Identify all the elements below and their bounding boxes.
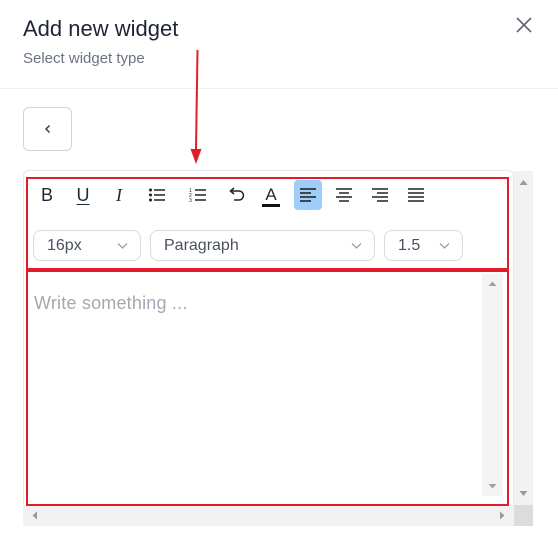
undo-button[interactable] — [222, 180, 250, 210]
editor-placeholder[interactable]: Write something ... — [34, 293, 188, 314]
content-vertical-scrollbar[interactable] — [482, 274, 503, 496]
underline-button[interactable]: U — [69, 180, 97, 210]
italic-icon: I — [116, 185, 122, 205]
dialog-header: Add new widget Select widget type — [0, 0, 558, 89]
undo-icon — [229, 187, 245, 201]
scroll-right-icon[interactable] — [492, 505, 512, 526]
align-right-icon — [372, 188, 388, 202]
scroll-up-icon[interactable] — [482, 276, 503, 292]
align-center-button[interactable] — [330, 180, 358, 210]
align-left-button[interactable] — [294, 180, 322, 210]
numbered-list-icon: 1 2 3 — [189, 188, 206, 203]
bullet-list-icon — [149, 188, 165, 202]
text-color-icon: A — [265, 184, 277, 204]
bullet-list-button[interactable] — [143, 180, 171, 210]
chevron-left-icon — [44, 125, 50, 133]
editor-horizontal-scrollbar[interactable] — [23, 505, 514, 526]
bold-button[interactable]: B — [33, 180, 61, 210]
text-color-button[interactable]: A — [257, 180, 285, 210]
font-size-value: 16px — [47, 236, 82, 254]
block-format-select[interactable]: Paragraph — [150, 230, 375, 261]
scrollbar-corner — [514, 505, 533, 526]
dialog-title: Add new widget — [23, 16, 179, 41]
chevron-down-icon — [117, 243, 128, 249]
italic-button[interactable]: I — [105, 180, 133, 210]
close-button[interactable] — [512, 13, 536, 37]
text-color-swatch — [262, 203, 280, 207]
chevron-down-icon — [351, 243, 362, 249]
line-height-select[interactable]: 1.5 — [384, 230, 463, 261]
scroll-up-icon[interactable] — [514, 173, 533, 193]
underline-icon: U — [76, 185, 90, 205]
svg-text:3: 3 — [189, 198, 192, 203]
align-justify-button[interactable] — [402, 180, 430, 210]
close-icon — [516, 17, 532, 33]
align-center-icon — [336, 188, 352, 202]
block-format-value: Paragraph — [164, 236, 239, 254]
chevron-down-icon — [439, 243, 450, 249]
bold-icon: B — [40, 185, 53, 205]
editor-vertical-scrollbar[interactable] — [514, 171, 533, 505]
align-left-icon — [300, 188, 316, 202]
align-right-button[interactable] — [366, 180, 394, 210]
scroll-down-icon[interactable] — [482, 478, 503, 494]
scroll-left-icon[interactable] — [25, 505, 45, 526]
numbered-list-button[interactable]: 1 2 3 — [184, 180, 212, 210]
line-height-value: 1.5 — [398, 236, 421, 254]
back-button[interactable] — [23, 107, 72, 151]
scroll-down-icon[interactable] — [514, 483, 533, 503]
align-justify-icon — [408, 188, 424, 202]
font-size-select[interactable]: 16px — [33, 230, 141, 261]
dialog-subtitle: Select widget type — [23, 50, 145, 67]
